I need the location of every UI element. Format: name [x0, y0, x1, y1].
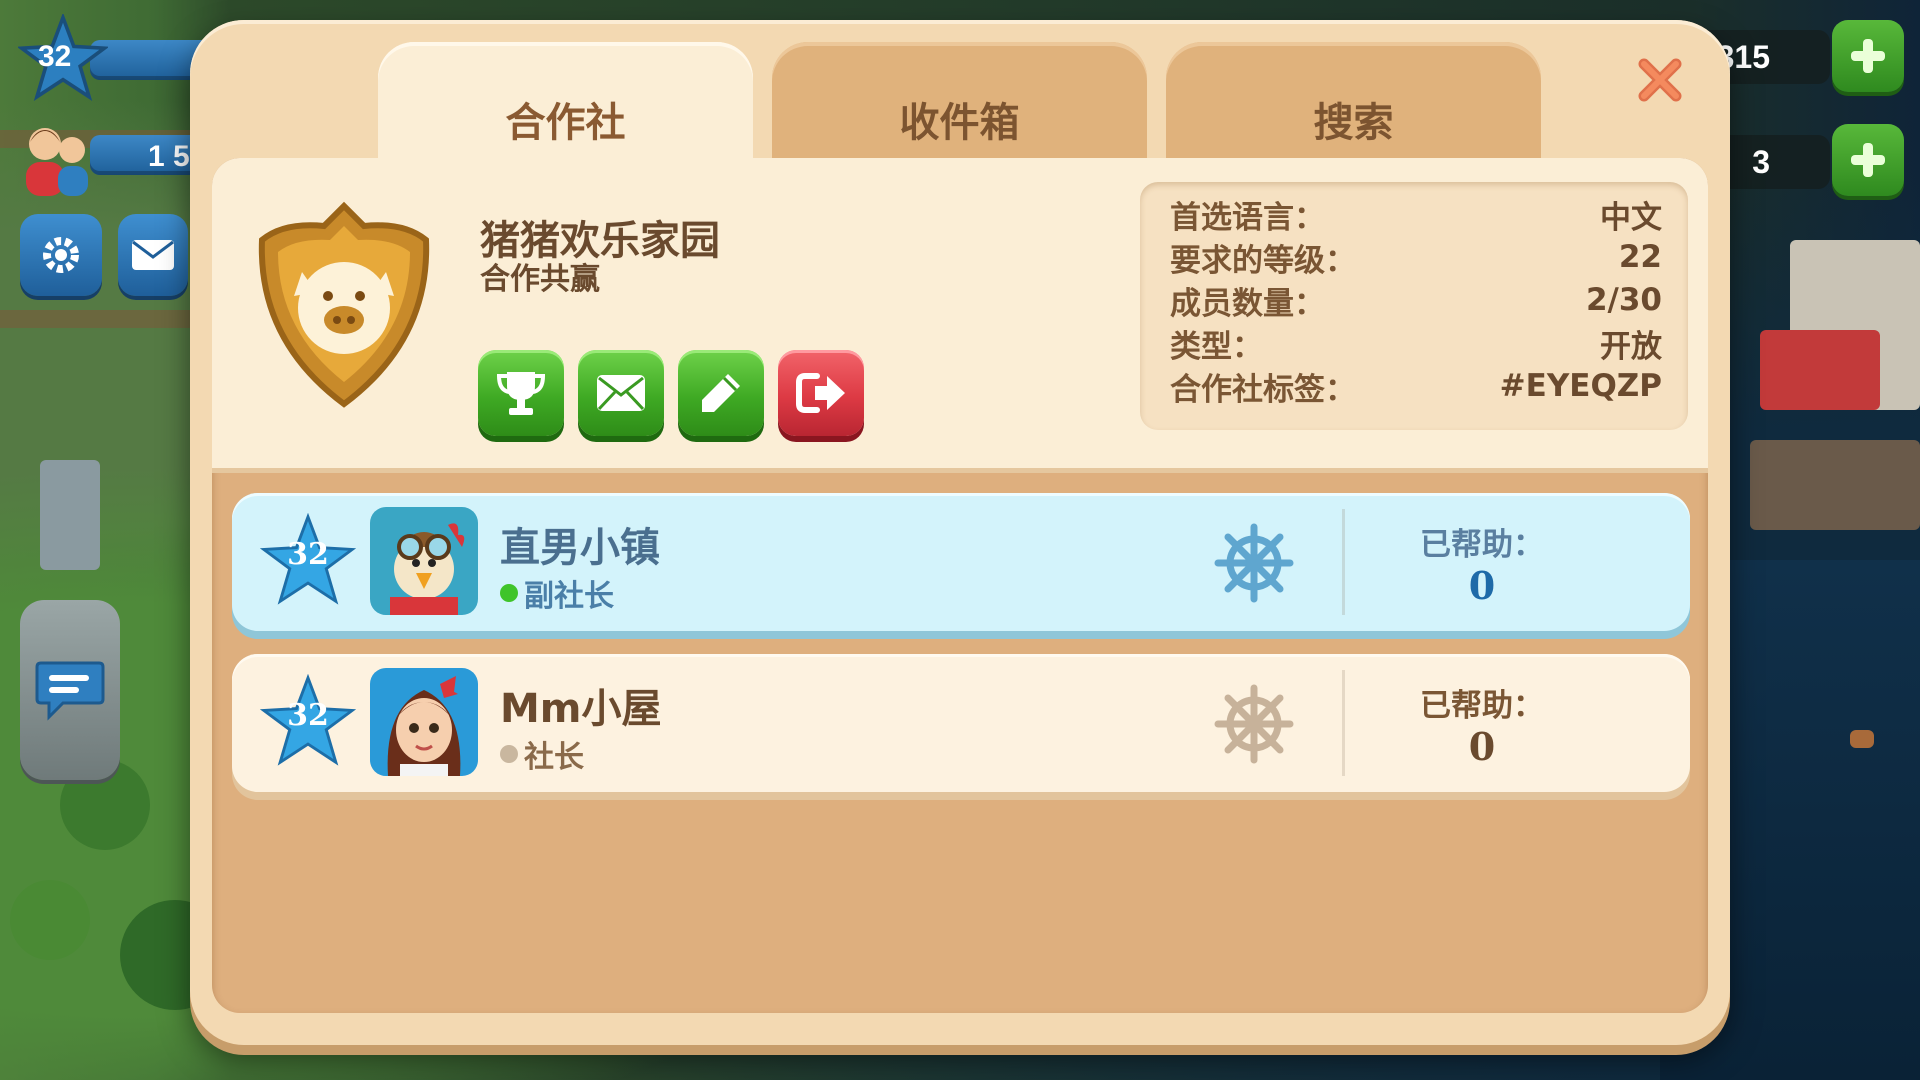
girl-red-bow-avatar[interactable] [370, 668, 478, 776]
helped-label: 已帮助： [1420, 688, 1544, 724]
info-value: 开放 [1600, 328, 1662, 365]
info-value: #EYEQZP [1499, 368, 1662, 404]
member-row[interactable]: 32 直男小镇 副社长 已帮助： 0 [232, 493, 1690, 631]
leave-button[interactable] [778, 350, 864, 436]
envelope-icon [597, 375, 645, 411]
member-level-text: 32 [287, 698, 329, 733]
add-coins-button[interactable] [1832, 20, 1904, 92]
mail-button-hud[interactable] [118, 214, 188, 296]
member-name: 直男小镇 [500, 525, 660, 571]
info-label: 类型： [1170, 328, 1263, 365]
row-divider [1342, 670, 1345, 776]
close-button[interactable] [1632, 52, 1688, 108]
coop-header-card: 猪猪欢乐家园 合作共赢 首选语言： 中文 要求的等级： 22 成员数量： 2/3… [212, 158, 1708, 468]
info-row-coop-tag: 合作社标签： #EYEQZP [1170, 366, 1662, 408]
mail-button[interactable] [578, 350, 664, 436]
settings-gear-icon [43, 237, 79, 273]
cash-text: 3 [1752, 143, 1770, 180]
trophy-icon [496, 372, 546, 415]
info-label: 合作社标签： [1170, 371, 1356, 408]
member-role-text: 社长 [524, 740, 584, 775]
settings-button[interactable] [20, 214, 102, 296]
market-stall [1760, 330, 1880, 410]
harbor-warehouse [1750, 440, 1920, 530]
info-value: 2/30 [1585, 282, 1662, 318]
tree [10, 880, 90, 960]
info-row-member-count: 成员数量： 2/30 [1170, 280, 1662, 322]
plus-icon [1851, 39, 1885, 73]
info-row-required-level: 要求的等级： 22 [1170, 237, 1662, 279]
member-role-text: 副社长 [524, 579, 614, 614]
member-row[interactable]: 32 Mm小屋 社长 已帮助： 0 [232, 654, 1690, 792]
info-label: 首选语言： [1170, 199, 1325, 236]
online-status-dot [500, 584, 518, 602]
close-icon [1638, 58, 1682, 102]
coop-info-panel: 首选语言： 中文 要求的等级： 22 成员数量： 2/30 类型： 开放 合作社… [1140, 182, 1688, 430]
member-level-text: 32 [287, 537, 329, 572]
plus-icon [1851, 143, 1885, 177]
tab-inbox-label: 收件箱 [899, 100, 1020, 146]
add-cash-button[interactable] [1832, 124, 1904, 196]
pencil-icon [702, 374, 740, 412]
exit-arrow-icon [796, 373, 845, 413]
pig-shield-emblem-icon [258, 201, 430, 408]
offline-status-dot [500, 745, 518, 763]
ship-wheel-icon[interactable] [1214, 684, 1294, 764]
info-value: 中文 [1600, 199, 1662, 236]
member-role: 副社长 [500, 571, 614, 615]
info-label: 成员数量： [1170, 285, 1325, 322]
tab-search-label: 搜索 [1313, 100, 1394, 146]
info-value: 22 [1618, 239, 1662, 275]
population-text: 1 5 [148, 140, 190, 173]
tab-coop[interactable]: 合作社 [378, 42, 753, 182]
silo-building [40, 460, 100, 570]
helped-count: 0 [1468, 563, 1496, 608]
mail-envelope-icon [132, 240, 174, 270]
dialog-content-area: 猪猪欢乐家园 合作共赢 首选语言： 中文 要求的等级： 22 成员数量： 2/3… [212, 158, 1708, 1013]
member-role: 社长 [500, 732, 584, 776]
small-boat [1850, 730, 1874, 748]
ship-wheel-icon[interactable] [1214, 523, 1294, 603]
info-label: 要求的等级： [1170, 242, 1356, 279]
member-name: Mm小屋 [500, 686, 662, 732]
coop-dialog: 合作社 收件箱 搜索 猪猪欢乐家园 合作共赢 首选语言： 中文 要求的等级： 2… [190, 20, 1730, 1045]
helped-label: 已帮助： [1420, 527, 1544, 563]
coop-description: 合作共赢 [480, 262, 600, 297]
row-divider [1342, 509, 1345, 615]
tab-coop-label: 合作社 [505, 100, 626, 146]
player-level-text: 32 [38, 40, 72, 73]
helped-count: 0 [1468, 724, 1496, 769]
trophy-button[interactable] [478, 350, 564, 436]
edit-button[interactable] [678, 350, 764, 436]
chat-button[interactable] [20, 600, 120, 780]
info-row-language: 首选语言： 中文 [1170, 194, 1662, 236]
info-row-type: 类型： 开放 [1170, 323, 1662, 365]
population-people-icon [26, 128, 88, 196]
aviator-rooster-avatar[interactable] [370, 507, 478, 615]
chat-bubble-icon [35, 661, 105, 721]
